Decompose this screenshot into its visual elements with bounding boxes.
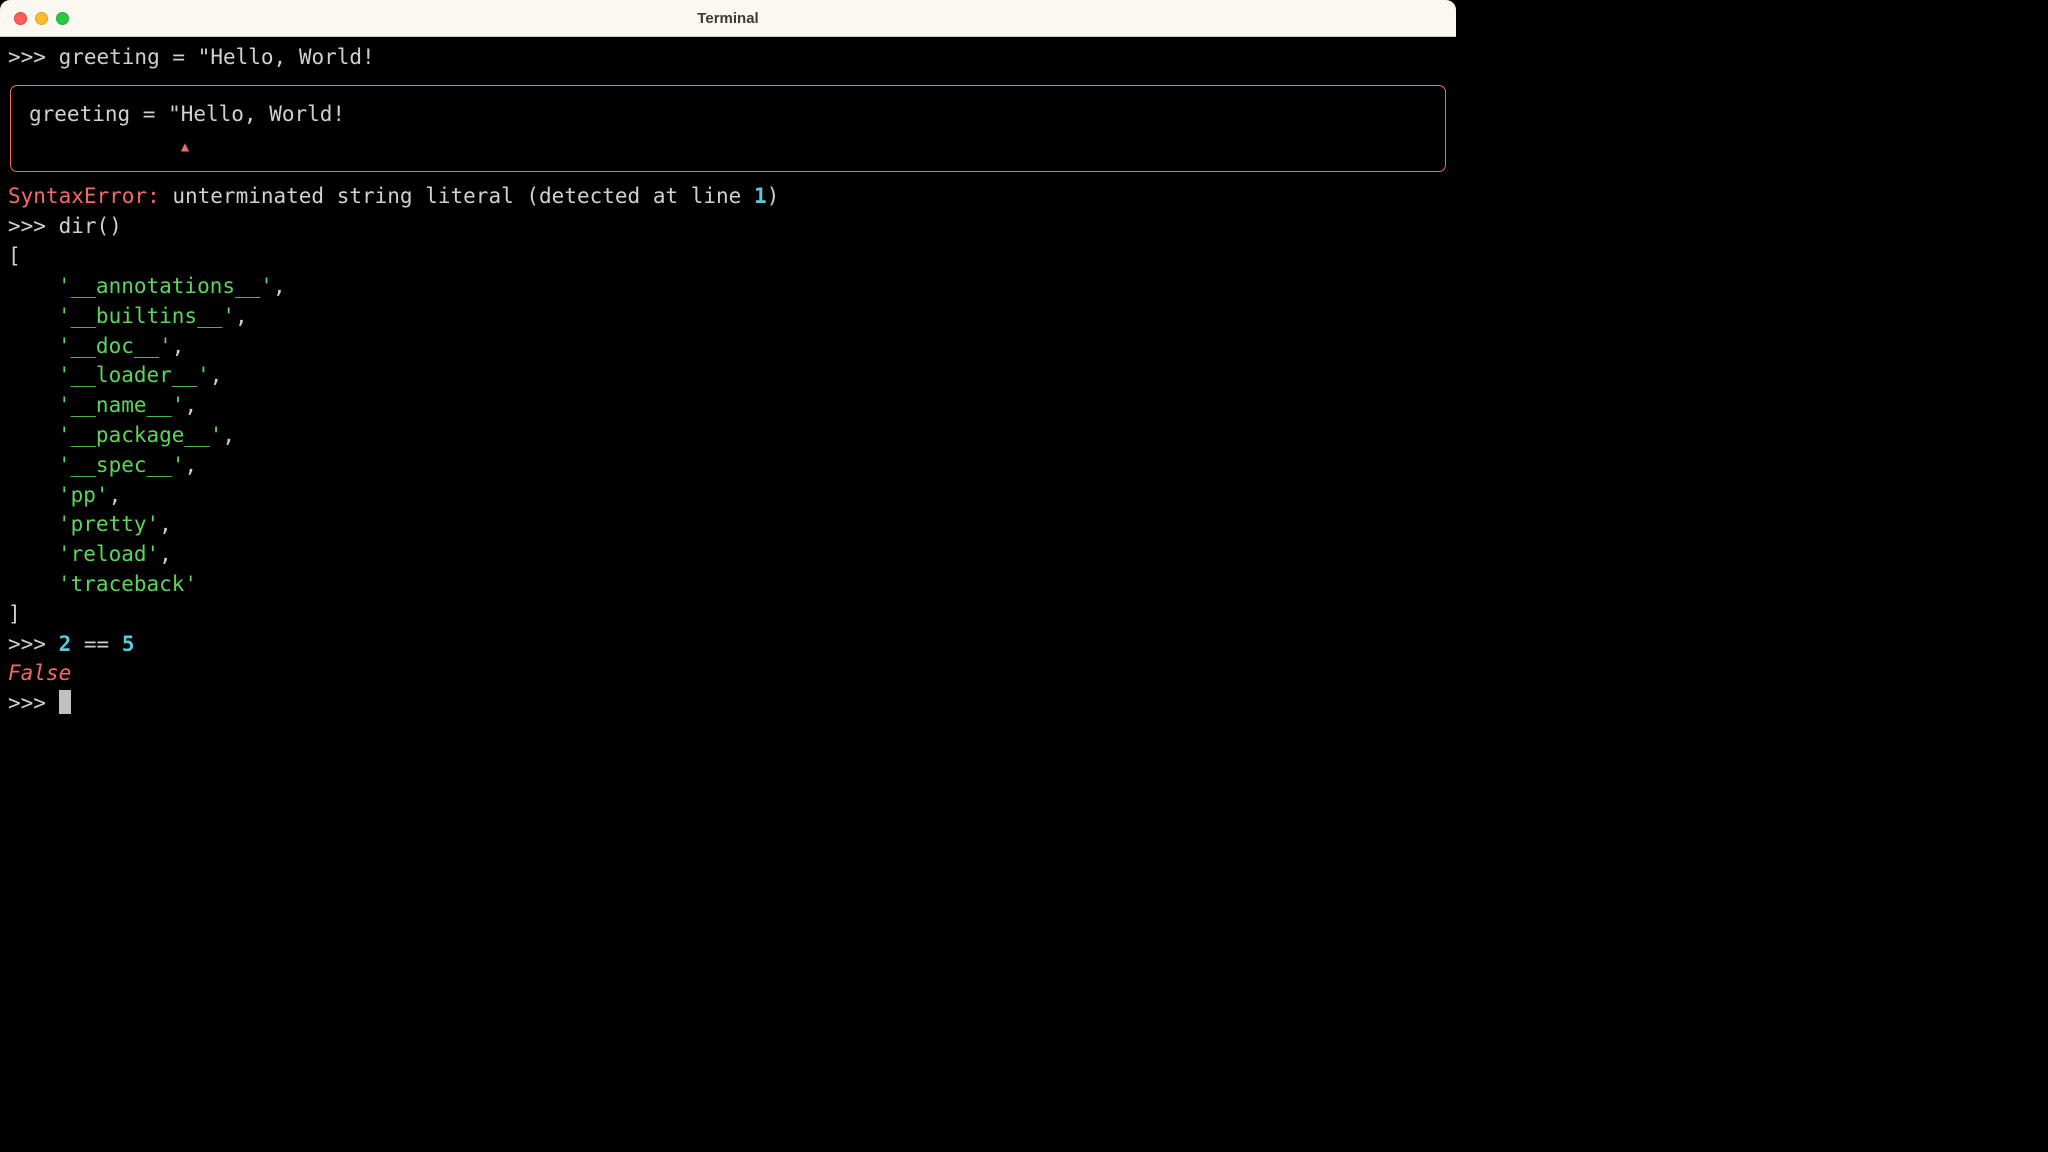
comma: , [172, 334, 185, 358]
prompt: >>> [8, 691, 59, 715]
traffic-lights [14, 12, 69, 25]
comma: , [235, 304, 248, 328]
equals-op: == [71, 632, 122, 656]
error-msg: unterminated string literal [160, 184, 527, 208]
bracket-close: ] [8, 602, 21, 626]
dir-item: 'traceback' [58, 572, 197, 596]
function-name: dir [59, 214, 97, 238]
dir-item: '__package__' [58, 423, 222, 447]
comma: , [273, 274, 286, 298]
error-code-line: greeting = "Hello, World! [29, 102, 345, 126]
string-literal: "Hello, World! [198, 45, 375, 69]
parens: () [97, 214, 122, 238]
close-button[interactable] [14, 12, 27, 25]
number: 2 [59, 632, 72, 656]
error-highlight-box: greeting = "Hello, World! ▲ [10, 85, 1446, 173]
maximize-button[interactable] [56, 12, 69, 25]
cursor-icon [59, 690, 71, 714]
error-line-number: 1 [754, 184, 767, 208]
comma: , [184, 453, 197, 477]
dir-item: '__doc__' [58, 334, 172, 358]
dir-item: '__builtins__' [58, 304, 235, 328]
equals-op: = [160, 45, 198, 69]
variable-name: greeting [59, 45, 160, 69]
error-caret-icon: ▲ [181, 138, 189, 158]
bracket-open: [ [8, 244, 21, 268]
paren-close: ) [767, 184, 780, 208]
terminal-output[interactable]: >>> greeting = "Hello, World! greeting =… [0, 37, 1456, 816]
comma: , [109, 483, 122, 507]
dir-item: '__loader__' [58, 363, 210, 387]
dir-item: '__annotations__' [58, 274, 273, 298]
comma: , [222, 423, 235, 447]
error-name: SyntaxError: [8, 184, 160, 208]
paren-open: ( [526, 184, 539, 208]
dir-item: '__spec__' [58, 453, 184, 477]
prompt: >>> [8, 214, 59, 238]
dir-item: 'pp' [58, 483, 109, 507]
window-title: Terminal [14, 10, 1442, 27]
prompt: >>> [8, 45, 59, 69]
caret-indent [29, 132, 181, 156]
comma: , [159, 512, 172, 536]
terminal-window: Terminal >>> greeting = "Hello, World! g… [0, 0, 1456, 816]
number: 5 [122, 632, 135, 656]
comma: , [159, 542, 172, 566]
error-detected: detected at line [539, 184, 754, 208]
titlebar: Terminal [0, 0, 1456, 37]
dir-item: '__name__' [58, 393, 184, 417]
prompt: >>> [8, 632, 59, 656]
comma: , [210, 363, 223, 387]
minimize-button[interactable] [35, 12, 48, 25]
dir-item: 'reload' [58, 542, 159, 566]
result-false: False [8, 661, 71, 685]
dir-item: 'pretty' [58, 512, 159, 536]
comma: , [184, 393, 197, 417]
